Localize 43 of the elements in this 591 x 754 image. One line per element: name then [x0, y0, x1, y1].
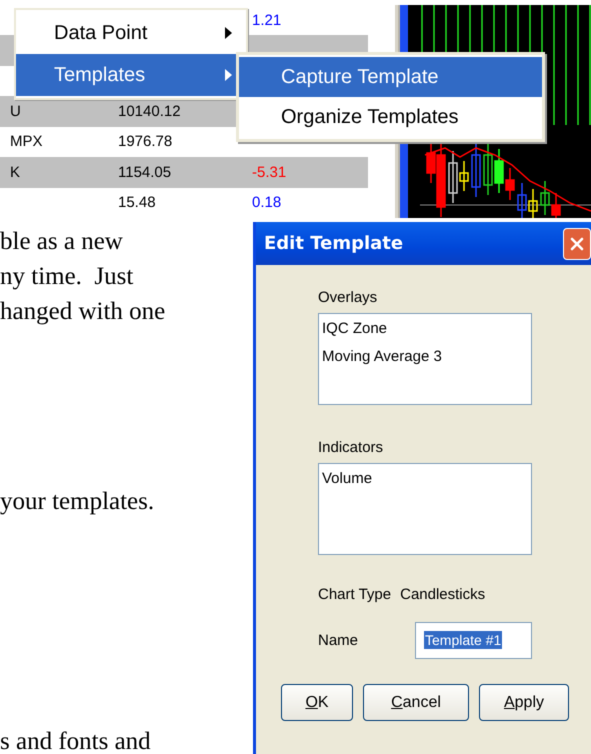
- name-input-field[interactable]: Template #1: [415, 622, 532, 658]
- text-line: ny time. Just: [0, 262, 134, 292]
- candlestick: [505, 168, 515, 200]
- field-label: Overlays: [318, 289, 378, 308]
- field-value: Candlesticks: [400, 586, 486, 602]
- table-cell-text: 1.21: [252, 12, 282, 29]
- dialog-button[interactable]: Apply: [479, 684, 569, 721]
- table-cell-text: 1976.78: [118, 133, 174, 150]
- menu-item[interactable]: Data Point: [16, 12, 246, 54]
- table-cell-text: 15.48: [118, 194, 157, 212]
- close-button[interactable]: [563, 228, 591, 260]
- text-line: your templates.: [0, 487, 156, 517]
- close-icon: [570, 236, 584, 250]
- menu-item[interactable]: Organize Templates: [239, 97, 542, 137]
- candlestick: [540, 181, 550, 215]
- text-line: ble as a new: [0, 227, 124, 257]
- field-label: Indicators: [318, 439, 384, 458]
- list-item[interactable]: IQC Zone: [322, 320, 528, 348]
- table-cell-text: MPX: [9, 133, 44, 150]
- text-line: s and fonts and: [0, 727, 152, 754]
- menu-item[interactable]: Capture Template: [239, 57, 542, 97]
- candlestick: [471, 143, 481, 197]
- list-box[interactable]: Volume: [318, 463, 532, 555]
- list-box[interactable]: IQC Zone Moving Average 3: [318, 313, 532, 405]
- table-cell-text: 1154.05: [118, 164, 172, 181]
- list-item[interactable]: Volume: [322, 470, 528, 498]
- table-cell-text: K: [9, 164, 22, 181]
- table-cell-text: -5.31: [252, 164, 288, 181]
- table-cell-text: 10140.12: [118, 102, 182, 120]
- window-title: Edit Template: [264, 233, 404, 254]
- candlestick: [528, 189, 538, 218]
- field-label: Chart Type: [318, 586, 392, 602]
- list-item[interactable]: Moving Average 3: [322, 348, 528, 376]
- candlestick: [551, 193, 561, 218]
- table-cell-text: U: [9, 102, 22, 120]
- candlestick: [517, 183, 527, 218]
- candlestick: [494, 149, 504, 193]
- dialog-button[interactable]: OK: [281, 684, 353, 721]
- text-line: hanged with one: [0, 297, 166, 327]
- field-label: Name: [318, 632, 360, 648]
- dialog-button[interactable]: Cancel: [363, 684, 469, 721]
- table-cell-text: 0.18: [252, 194, 282, 212]
- candlestick: [483, 143, 493, 195]
